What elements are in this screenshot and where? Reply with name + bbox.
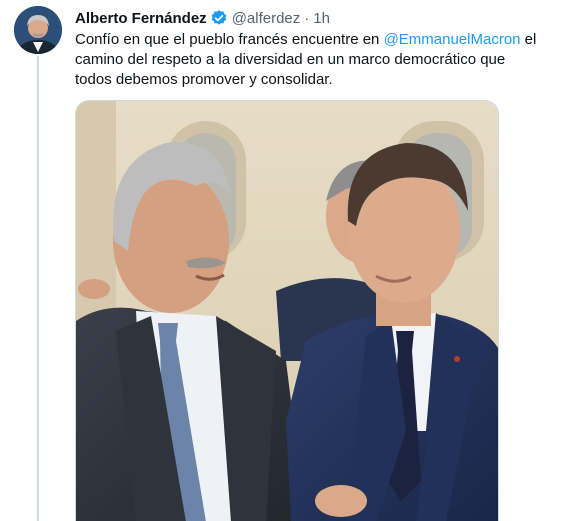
separator-dot: · — [304, 9, 310, 27]
avatar[interactable] — [14, 6, 62, 54]
verified-badge-icon — [210, 9, 228, 27]
photo-illustration — [76, 101, 498, 521]
mention-link[interactable]: @EmmanuelMacron — [384, 31, 521, 48]
tweet-text: Confío en que el pueblo francés encuentr… — [75, 30, 545, 90]
tweet-text-before: Confío en que el pueblo francés encuentr… — [75, 31, 384, 48]
tweet-photo[interactable] — [75, 100, 499, 521]
author-handle[interactable]: @alferdez — [232, 10, 301, 27]
author-name[interactable]: Alberto Fernández — [75, 10, 207, 27]
avatar-photo — [14, 6, 62, 54]
tweet-timestamp[interactable]: 1h — [313, 10, 330, 27]
thread-line — [37, 56, 39, 521]
tweet-header: Alberto Fernández @alferdez · 1h — [75, 8, 330, 28]
